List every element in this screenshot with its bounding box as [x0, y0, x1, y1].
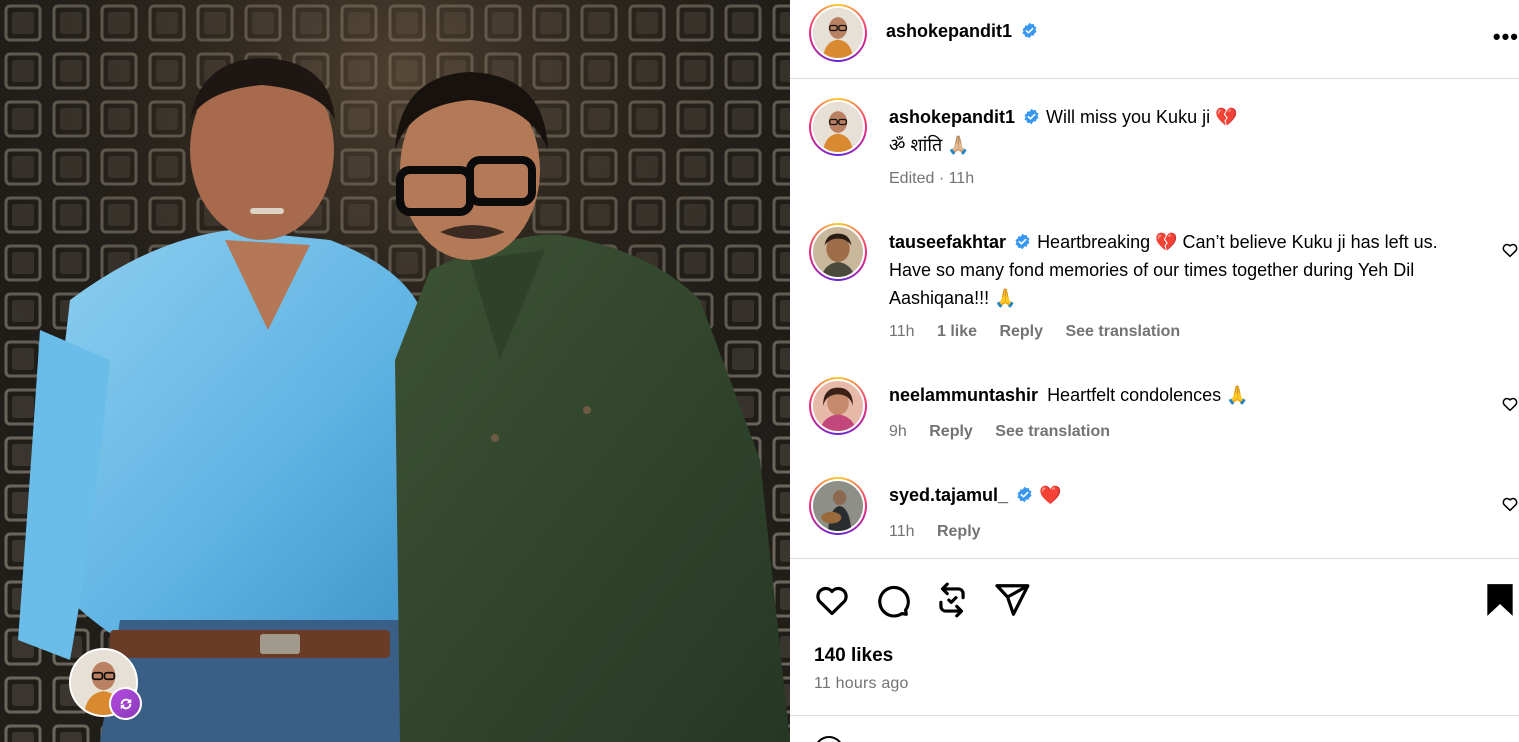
post-timestamp: 11 hours ago [814, 675, 909, 692]
add-comment-bar [790, 715, 1519, 742]
comment-time: 9h [889, 423, 907, 440]
action-bar: 140 likes 11 hours ago [790, 558, 1519, 716]
verified-badge-icon [1015, 233, 1030, 250]
repost-icon[interactable] [933, 581, 971, 619]
author-avatar[interactable] [809, 4, 867, 62]
heart-icon[interactable] [813, 581, 851, 619]
avatar-illustration [813, 227, 863, 277]
comment-avatar[interactable] [809, 477, 867, 535]
comment-body: Heartfelt condolences 🙏 [1047, 385, 1249, 405]
post-photo[interactable] [0, 0, 790, 742]
caption-meta: Edited · 11h [889, 170, 975, 187]
caption-username[interactable]: ashokepandit1 [889, 107, 1015, 127]
more-options-button[interactable]: ••• [1493, 24, 1519, 50]
verified-badge-icon [1021, 22, 1037, 39]
verified-badge-icon [1024, 108, 1039, 125]
comment-like-heart-icon[interactable] [1501, 395, 1519, 413]
comment-body: ❤️ [1039, 485, 1062, 505]
comment-icon[interactable] [873, 581, 911, 619]
caption-text: ashokepandit1 Will miss you Kuku ji 💔 ॐ … [889, 103, 1489, 159]
comment-username[interactable]: neelammuntashir [889, 385, 1038, 405]
comment-time: 11h [889, 523, 915, 540]
avatar-illustration [813, 481, 863, 531]
comment-time: 11h [889, 323, 915, 340]
comment-username[interactable]: tauseefakhtar [889, 232, 1006, 252]
avatar-illustration [813, 8, 863, 58]
refresh-icon [120, 698, 131, 709]
reply-button[interactable]: Reply [937, 523, 981, 540]
share-icon[interactable] [993, 581, 1031, 619]
caption-avatar[interactable] [809, 98, 867, 156]
emoji-icon[interactable] [814, 736, 844, 742]
comment-meta: 11h 1 like Reply See translation [889, 323, 1198, 341]
reply-button[interactable]: Reply [929, 423, 973, 440]
comment-meta: 9h Reply See translation [889, 423, 1128, 441]
comment-text: neelammuntashir Heartfelt condolences 🙏 [889, 381, 1449, 409]
post-view: ashokepandit1 ••• ashokepandit1 Will mis… [0, 0, 1519, 742]
comment-username[interactable]: syed.tajamul_ [889, 485, 1008, 505]
comment-like-heart-icon[interactable] [1501, 495, 1519, 513]
post-header: ashokepandit1 ••• [790, 0, 1519, 79]
comment-likes-link[interactable]: 1 like [937, 323, 977, 340]
comment-like-heart-icon[interactable] [1501, 241, 1519, 259]
avatar-illustration [813, 102, 863, 152]
author-username[interactable]: ashokepandit1 [886, 21, 1012, 41]
comment-text: tauseefakhtar Heartbreaking 💔 Can’t beli… [889, 228, 1449, 312]
comment-text: syed.tajamul_ ❤️ [889, 481, 1449, 509]
see-translation-button[interactable]: See translation [1065, 323, 1180, 340]
likes-count[interactable]: 140 likes [814, 645, 893, 667]
avatar-illustration [813, 381, 863, 431]
collab-badge-icon [109, 687, 142, 720]
bookmark-icon[interactable] [1481, 581, 1519, 619]
photo-illustration [0, 0, 790, 742]
post-details-panel: ashokepandit1 ••• ashokepandit1 Will mis… [790, 0, 1519, 742]
see-translation-button[interactable]: See translation [995, 423, 1110, 440]
reply-button[interactable]: Reply [999, 323, 1043, 340]
caption-line-2: ॐ शांति 🙏🏼 [889, 135, 970, 155]
verified-badge-icon [1017, 486, 1032, 503]
comment-avatar[interactable] [809, 223, 867, 281]
comment-meta: 11h Reply [889, 523, 999, 541]
comment-avatar[interactable] [809, 377, 867, 435]
caption-line-1: Will miss you Kuku ji 💔 [1046, 107, 1238, 127]
